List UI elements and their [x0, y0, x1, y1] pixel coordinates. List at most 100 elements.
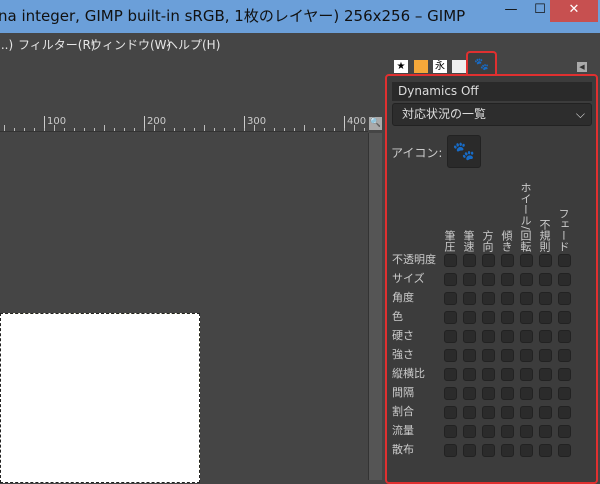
mapping-toggle[interactable]: [482, 254, 495, 267]
mapping-toggle[interactable]: [520, 292, 533, 305]
mapping-toggle[interactable]: [501, 311, 514, 324]
mapping-toggle[interactable]: [482, 273, 495, 286]
mapping-toggle[interactable]: [501, 368, 514, 381]
mapping-toggle[interactable]: [444, 292, 457, 305]
mapping-toggle[interactable]: [463, 406, 476, 419]
ruler-label: 300: [244, 116, 266, 130]
mapping-toggle[interactable]: [501, 425, 514, 438]
row-label: 流量: [392, 424, 414, 437]
mapping-toggle[interactable]: [463, 273, 476, 286]
mapping-toggle[interactable]: [482, 349, 495, 362]
mapping-toggle[interactable]: [558, 368, 571, 381]
mapping-toggle[interactable]: [444, 273, 457, 286]
mapping-toggle[interactable]: [539, 273, 552, 286]
mapping-toggle[interactable]: [558, 387, 571, 400]
tab-fonts[interactable]: 永: [433, 60, 447, 73]
mapping-toggle[interactable]: [558, 349, 571, 362]
dynamics-name[interactable]: Dynamics Off: [392, 82, 592, 101]
row-label: 割合: [392, 405, 414, 418]
minimize-button[interactable]: —: [497, 0, 525, 22]
mapping-toggle[interactable]: [444, 330, 457, 343]
mapping-toggle[interactable]: [482, 406, 495, 419]
mapping-toggle[interactable]: [539, 311, 552, 324]
mapping-toggle[interactable]: [444, 254, 457, 267]
mapping-toggle[interactable]: [501, 254, 514, 267]
mapping-toggle[interactable]: [558, 311, 571, 324]
mapping-toggle[interactable]: [539, 444, 552, 457]
mapping-toggle[interactable]: [520, 406, 533, 419]
mapping-toggle[interactable]: [463, 311, 476, 324]
ruler-tick: [244, 128, 245, 131]
mapping-toggle[interactable]: [501, 273, 514, 286]
mapping-toggle[interactable]: [539, 330, 552, 343]
menu-partial[interactable]: ...): [0, 33, 13, 57]
mapping-toggle[interactable]: [558, 406, 571, 419]
mapping-toggle[interactable]: [501, 444, 514, 457]
mapping-toggle[interactable]: [463, 425, 476, 438]
menu-windows[interactable]: ウィンドウ(W): [90, 33, 171, 57]
menu-filters[interactable]: フィルター(R): [18, 33, 95, 57]
mapping-toggle[interactable]: [482, 368, 495, 381]
mapping-toggle[interactable]: [463, 368, 476, 381]
mapping-toggle[interactable]: [463, 387, 476, 400]
mapping-toggle[interactable]: [482, 444, 495, 457]
image-canvas[interactable]: [0, 313, 200, 483]
horizontal-ruler: 100 200 300 400: [0, 116, 368, 132]
mapping-toggle[interactable]: [539, 254, 552, 267]
mapping-toggle[interactable]: [520, 387, 533, 400]
panel-menu-button[interactable]: ◀: [577, 62, 587, 72]
zoom-icon[interactable]: 🔍: [369, 117, 382, 130]
mapping-toggle[interactable]: [463, 444, 476, 457]
mapping-toggle[interactable]: [463, 254, 476, 267]
tab-document[interactable]: ▫: [452, 60, 466, 73]
mapping-toggle[interactable]: [444, 387, 457, 400]
mapping-toggle[interactable]: [444, 425, 457, 438]
mapping-toggle[interactable]: [520, 330, 533, 343]
mapping-toggle[interactable]: [558, 444, 571, 457]
mapping-toggle[interactable]: [463, 330, 476, 343]
view-select[interactable]: 対応状況の一覧 ⌵: [392, 103, 592, 126]
mapping-toggle[interactable]: [520, 425, 533, 438]
mapping-toggle[interactable]: [520, 444, 533, 457]
mapping-toggle[interactable]: [539, 349, 552, 362]
menu-help[interactable]: ヘルプ(H): [166, 33, 220, 57]
mapping-toggle[interactable]: [539, 406, 552, 419]
mapping-toggle[interactable]: [520, 254, 533, 267]
mapping-toggle[interactable]: [444, 368, 457, 381]
mapping-toggle[interactable]: [444, 444, 457, 457]
mapping-toggle[interactable]: [501, 406, 514, 419]
mapping-toggle[interactable]: [520, 368, 533, 381]
mapping-toggle[interactable]: [539, 425, 552, 438]
mapping-toggle[interactable]: [444, 406, 457, 419]
mapping-toggle[interactable]: [444, 349, 457, 362]
mapping-toggle[interactable]: [482, 311, 495, 324]
mapping-toggle[interactable]: [501, 330, 514, 343]
ruler-tick: [194, 128, 195, 131]
mapping-toggle[interactable]: [558, 330, 571, 343]
mapping-toggle[interactable]: [463, 349, 476, 362]
close-button[interactable]: ✕: [550, 0, 598, 22]
mapping-toggle[interactable]: [463, 292, 476, 305]
mapping-toggle[interactable]: [539, 387, 552, 400]
mapping-toggle[interactable]: [520, 311, 533, 324]
mapping-toggle[interactable]: [501, 387, 514, 400]
mapping-toggle[interactable]: [558, 425, 571, 438]
vertical-scrollbar[interactable]: [368, 133, 382, 480]
mapping-toggle[interactable]: [501, 292, 514, 305]
row-label: 角度: [392, 291, 414, 304]
mapping-toggle[interactable]: [520, 349, 533, 362]
mapping-toggle[interactable]: [482, 425, 495, 438]
tab-gradients[interactable]: ▮: [414, 60, 428, 73]
tab-brushes[interactable]: ★: [394, 60, 408, 73]
mapping-toggle[interactable]: [444, 311, 457, 324]
mapping-toggle[interactable]: [558, 254, 571, 267]
mapping-toggle[interactable]: [482, 292, 495, 305]
mapping-toggle[interactable]: [558, 273, 571, 286]
mapping-toggle[interactable]: [520, 273, 533, 286]
mapping-toggle[interactable]: [501, 349, 514, 362]
mapping-toggle[interactable]: [539, 292, 552, 305]
mapping-toggle[interactable]: [482, 387, 495, 400]
mapping-toggle[interactable]: [539, 368, 552, 381]
mapping-toggle[interactable]: [482, 330, 495, 343]
mapping-toggle[interactable]: [558, 292, 571, 305]
